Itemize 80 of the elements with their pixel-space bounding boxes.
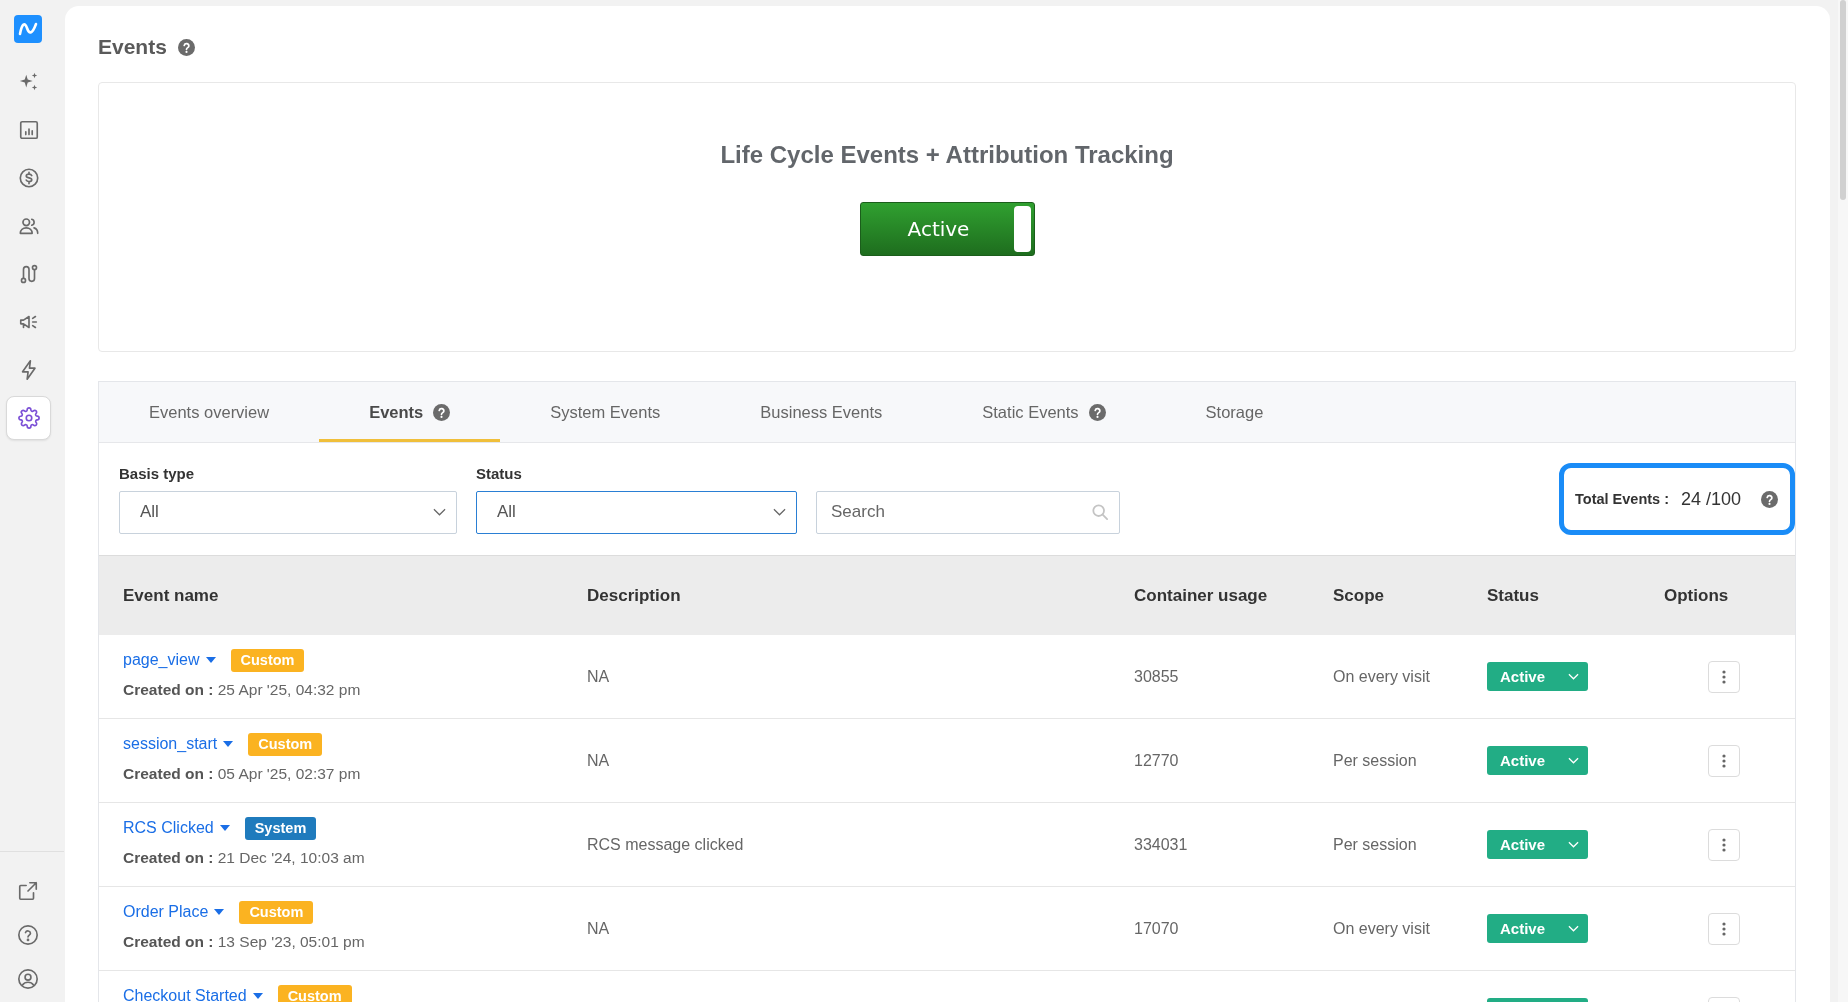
tab[interactable]: Business Events	[710, 382, 933, 442]
status-select[interactable]: All	[476, 490, 797, 534]
chevron-down-icon	[1568, 757, 1579, 764]
more-icon	[1722, 921, 1726, 936]
help-icon	[17, 924, 39, 946]
created-date-text: Created on : 05 Apr '25, 02:37 pm	[123, 765, 361, 783]
panel-title: Life Cycle Events + Attribution Tracking	[720, 140, 1174, 170]
status-dropdown[interactable]: Active	[1487, 914, 1588, 943]
filter-label: Status	[476, 464, 522, 483]
description-text: NA	[587, 667, 610, 686]
type-badge: Custom	[239, 900, 314, 924]
created-date-text: Created on : 25 Apr '25, 04:32 pm	[123, 681, 361, 699]
caret-down-icon[interactable]	[252, 993, 263, 999]
basis-type-select[interactable]: All	[119, 490, 457, 534]
column-header: Scope	[1333, 585, 1385, 606]
page-title: Events	[98, 35, 167, 59]
chevron-down-icon	[773, 508, 786, 516]
dollar-icon	[17, 167, 40, 189]
column-header: Status	[1487, 585, 1539, 606]
search-field[interactable]: Search	[816, 490, 1120, 534]
tab[interactable]: Static Events	[932, 382, 1156, 442]
chevron-down-icon	[433, 508, 446, 516]
scrollbar-thumb[interactable]	[1840, 0, 1846, 200]
sidebar-button[interactable]	[6, 396, 51, 440]
more-icon	[1722, 837, 1726, 852]
caret-down-icon[interactable]	[219, 825, 230, 831]
type-badge: Custom	[230, 648, 305, 672]
more-icon	[1722, 753, 1726, 768]
more-icon	[1722, 669, 1726, 684]
container-usage-text: 334031	[1134, 835, 1188, 854]
tab[interactable]: Events	[319, 382, 501, 442]
type-badge: Custom	[277, 984, 352, 1002]
status-dropdown[interactable]: Active	[1487, 746, 1588, 775]
event-name-link[interactable]: RCS Clicked	[123, 819, 214, 837]
help-icon	[1761, 490, 1778, 508]
created-date-text: Created on : 21 Dec '24, 10:03 am	[123, 849, 365, 867]
column-header: Options	[1664, 585, 1729, 606]
chevron-down-icon	[1568, 673, 1579, 680]
event-name-link[interactable]: session_start	[123, 735, 218, 753]
description-text: NA	[587, 919, 610, 938]
event-name-link[interactable]: Order Place	[123, 903, 209, 921]
scope-text: On every visit	[1333, 919, 1430, 938]
external-link-icon	[17, 880, 39, 902]
help-icon	[177, 38, 195, 56]
logo-icon[interactable]	[14, 15, 42, 43]
caret-down-icon[interactable]	[223, 741, 234, 747]
chevron-down-icon	[1568, 841, 1579, 848]
container-usage-text: 30855	[1134, 667, 1179, 686]
container-usage-text: 17070	[1134, 919, 1179, 938]
scope-text: Per session	[1333, 751, 1417, 770]
users-icon	[17, 215, 40, 237]
search-icon	[1092, 503, 1108, 520]
filter-label: Basis type	[119, 464, 195, 483]
container-usage-text: 12770	[1134, 751, 1179, 770]
type-badge: System	[244, 816, 317, 840]
type-badge: Custom	[248, 732, 323, 756]
status-dropdown[interactable]: Active	[1487, 662, 1588, 691]
tab[interactable]: Storage	[1155, 382, 1314, 442]
scope-text: On every visit	[1333, 667, 1430, 686]
column-header: Event name	[123, 585, 219, 606]
tab[interactable]: Events overview	[99, 382, 320, 442]
description-text: RCS message clicked	[587, 835, 744, 854]
total-events-value: 24 /100	[1681, 488, 1742, 510]
bar-chart-icon	[17, 119, 40, 141]
scope-text: Per session	[1333, 835, 1417, 854]
settings-icon	[17, 407, 40, 429]
status-dropdown[interactable]: Active	[1487, 830, 1588, 859]
user-icon	[17, 968, 39, 990]
caret-down-icon[interactable]	[205, 657, 216, 663]
description-text: NA	[587, 751, 610, 770]
column-header: Container usage	[1134, 585, 1268, 606]
event-name-link[interactable]: Checkout Started	[123, 987, 247, 1002]
total-events-label: Total Events :	[1575, 491, 1669, 507]
created-date-text: Created on : 13 Sep '23, 05:01 pm	[123, 933, 365, 951]
column-header: Description	[587, 585, 681, 606]
status-toggle[interactable]: Active	[859, 202, 1035, 256]
caret-down-icon[interactable]	[214, 909, 225, 915]
event-name-link[interactable]: page_view	[123, 651, 200, 669]
chevron-down-icon	[1568, 925, 1579, 932]
tab[interactable]: System Events	[500, 382, 711, 442]
